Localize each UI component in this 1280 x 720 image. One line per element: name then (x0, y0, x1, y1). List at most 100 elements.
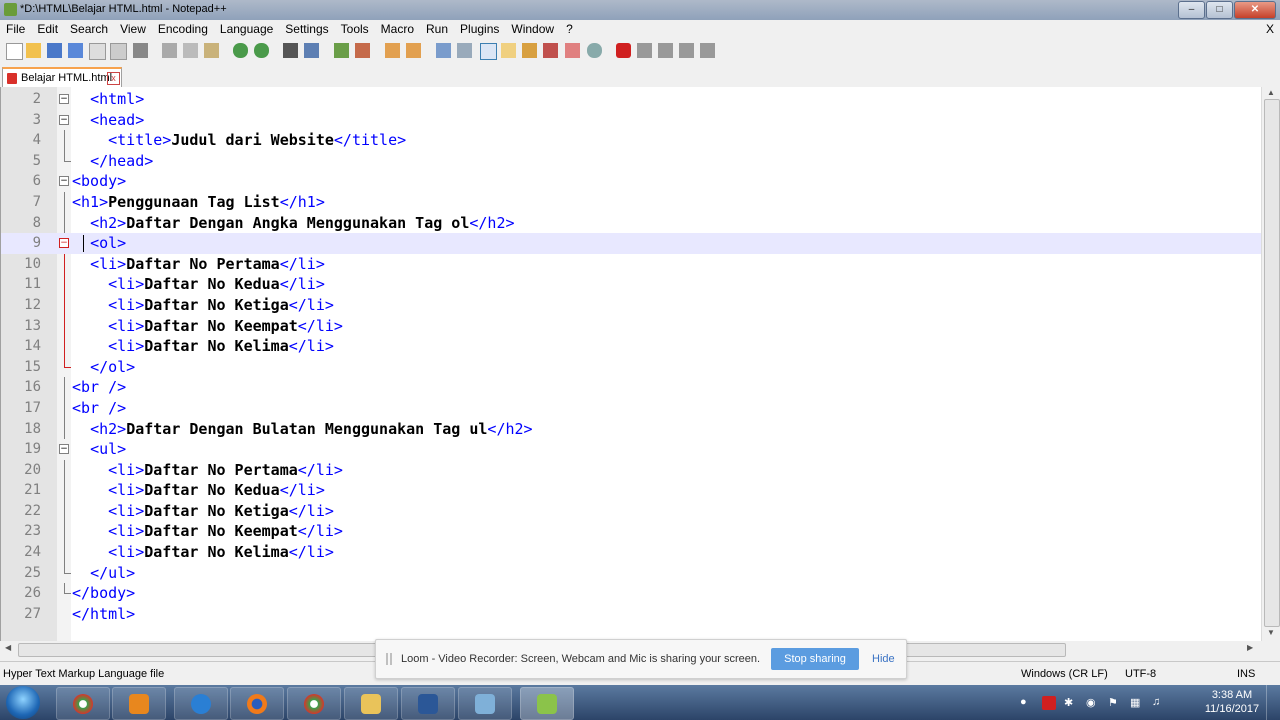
code-line[interactable]: 2 − <html> (1, 89, 1262, 110)
drag-handle-icon[interactable] (386, 653, 392, 665)
menu-run[interactable]: Run (420, 20, 454, 39)
vertical-scrollbar[interactable]: ▲ ▼ (1261, 87, 1280, 641)
scroll-down-icon[interactable]: ▼ (1267, 628, 1275, 637)
taskbar-chrome-app-2[interactable] (287, 687, 341, 720)
code-line[interactable]: 17 <br /> (1, 397, 1262, 419)
save-macro-icon[interactable] (700, 43, 715, 58)
menu-plugins[interactable]: Plugins (454, 20, 505, 39)
code-line[interactable]: 27 </html> (1, 604, 1262, 625)
code-line[interactable]: 26 </body> (1, 583, 1262, 604)
code-text[interactable]: <li>Daftar No Kelima</li> (72, 543, 334, 561)
hide-link[interactable]: Hide (872, 653, 895, 665)
redo-icon[interactable] (254, 43, 269, 58)
code-line[interactable]: 5 </head> (1, 150, 1262, 172)
code-line[interactable]: 3 − <head> (1, 110, 1262, 131)
code-line[interactable]: 14 <li>Daftar No Kelima</li> (1, 336, 1262, 357)
code-line[interactable]: 24 <li>Daftar No Kelima</li> (1, 542, 1262, 563)
taskbar-notepad-plus-plus-app[interactable] (520, 687, 574, 720)
print-icon[interactable] (133, 43, 148, 58)
code-line[interactable]: 25 </ul> (1, 562, 1262, 584)
taskbar-firefox-app[interactable] (230, 687, 284, 720)
indent-guide-icon[interactable] (480, 43, 497, 60)
start-button[interactable] (6, 686, 40, 719)
record-macro-icon[interactable] (616, 43, 631, 58)
menu-help[interactable]: ? (560, 20, 579, 39)
chrome-tray-icon[interactable]: ◉ (1086, 696, 1100, 710)
find-icon[interactable] (283, 43, 298, 58)
code-text[interactable]: <li>Daftar No Kedua</li> (72, 481, 325, 499)
taskbar-media-player-app[interactable] (112, 687, 166, 720)
fold-toggle-icon[interactable]: − (59, 238, 69, 249)
taskbar-word-app[interactable] (401, 687, 455, 720)
code-text[interactable]: <li>Daftar No Pertama</li> (72, 461, 343, 479)
zoom-out-icon[interactable] (355, 43, 370, 58)
code-line[interactable]: 15 </ol> (1, 356, 1262, 378)
code-text[interactable]: <li>Daftar No Keempat</li> (72, 522, 343, 540)
code-line[interactable]: 7 <h1>Penggunaan Tag List</h1> (1, 191, 1262, 213)
code-text[interactable]: <title>Judul dari Website</title> (72, 131, 406, 149)
code-line[interactable]: 8 <h2>Daftar Dengan Angka Menggunakan Ta… (1, 212, 1262, 234)
menu-macro[interactable]: Macro (375, 20, 420, 39)
code-text[interactable]: </head> (72, 152, 153, 170)
code-text[interactable]: <li>Daftar No Ketiga</li> (72, 296, 334, 314)
code-text[interactable]: </ol> (72, 358, 135, 376)
code-text[interactable]: <html> (72, 90, 144, 108)
code-line[interactable]: 19 − <ul> (1, 439, 1262, 460)
paste-icon[interactable] (204, 43, 219, 58)
code-text[interactable]: <h1>Penggunaan Tag List</h1> (72, 193, 325, 211)
code-line[interactable]: 21 <li>Daftar No Kedua</li> (1, 480, 1262, 501)
tab-close-button[interactable]: x (107, 72, 120, 85)
run-macro-multiple-icon[interactable] (679, 43, 694, 58)
monitoring-icon[interactable] (587, 43, 602, 58)
fold-toggle-icon[interactable]: − (59, 94, 69, 104)
scroll-left-icon[interactable]: ◀ (5, 643, 11, 652)
tab-belajar-html[interactable]: Belajar HTML.html x (2, 67, 122, 88)
antivirus-icon[interactable] (1042, 696, 1056, 710)
code-line[interactable]: 9 − <ol> (1, 233, 1262, 254)
vertical-scroll-thumb[interactable] (1264, 99, 1280, 627)
volume-icon[interactable]: ♫ (1152, 696, 1166, 710)
scroll-right-icon[interactable]: ▶ (1247, 643, 1253, 652)
code-line[interactable]: 16 <br /> (1, 377, 1262, 398)
taskbar-ie-app[interactable] (174, 687, 228, 720)
menu-view[interactable]: View (114, 20, 152, 39)
minimize-button[interactable]: – (1178, 1, 1205, 19)
play-macro-icon[interactable] (658, 43, 673, 58)
taskbar-explorer-app[interactable] (344, 687, 398, 720)
menu-settings[interactable]: Settings (279, 20, 334, 39)
new-file-icon[interactable] (6, 43, 23, 60)
folder-workspace-icon[interactable] (565, 43, 580, 58)
code-text[interactable]: <li>Daftar No Pertama</li> (72, 255, 325, 273)
function-list-icon[interactable] (543, 43, 558, 58)
copy-icon[interactable] (183, 43, 198, 58)
code-editor[interactable]: 2− <html> 3− <head> 4 <title>Judul dari We… (0, 87, 1262, 641)
code-line[interactable]: 20 <li>Daftar No Pertama</li> (1, 459, 1262, 481)
undo-icon[interactable] (233, 43, 248, 58)
replace-icon[interactable] (304, 43, 319, 58)
zoom-in-icon[interactable] (334, 43, 349, 58)
scroll-up-icon[interactable]: ▲ (1267, 88, 1275, 97)
code-text[interactable]: <br /> (72, 378, 126, 396)
close-file-icon[interactable] (89, 43, 106, 60)
fold-toggle-icon[interactable]: − (59, 114, 69, 125)
code-line[interactable]: 11 <li>Daftar No Kedua</li> (1, 274, 1262, 295)
code-line[interactable]: 12 <li>Daftar No Ketiga</li> (1, 294, 1262, 316)
stop-macro-icon[interactable] (637, 43, 652, 58)
code-lines[interactable]: 2− <html> 3− <head> 4 <title>Judul dari We… (1, 89, 1262, 624)
menu-language[interactable]: Language (214, 20, 279, 39)
save-all-icon[interactable] (68, 43, 83, 58)
code-text[interactable]: <head> (72, 111, 144, 129)
code-text[interactable]: </ul> (72, 564, 135, 582)
fold-toggle-icon[interactable]: − (59, 444, 69, 455)
code-line[interactable]: 13 <li>Daftar No Keempat</li> (1, 315, 1262, 337)
code-text[interactable]: </html> (72, 605, 135, 623)
user-language-icon[interactable] (501, 43, 516, 58)
close-button[interactable]: ✕ (1234, 1, 1276, 19)
code-text[interactable]: <li>Daftar No Kedua</li> (72, 275, 325, 293)
code-line[interactable]: 23 <li>Daftar No Keempat</li> (1, 521, 1262, 543)
document-map-icon[interactable] (522, 43, 537, 58)
network-icon[interactable]: ▦ (1130, 696, 1144, 710)
code-text[interactable]: <ul> (72, 440, 126, 458)
code-text[interactable]: <h2>Daftar Dengan Angka Menggunakan Tag … (72, 214, 514, 232)
menu-file[interactable]: File (0, 20, 31, 39)
